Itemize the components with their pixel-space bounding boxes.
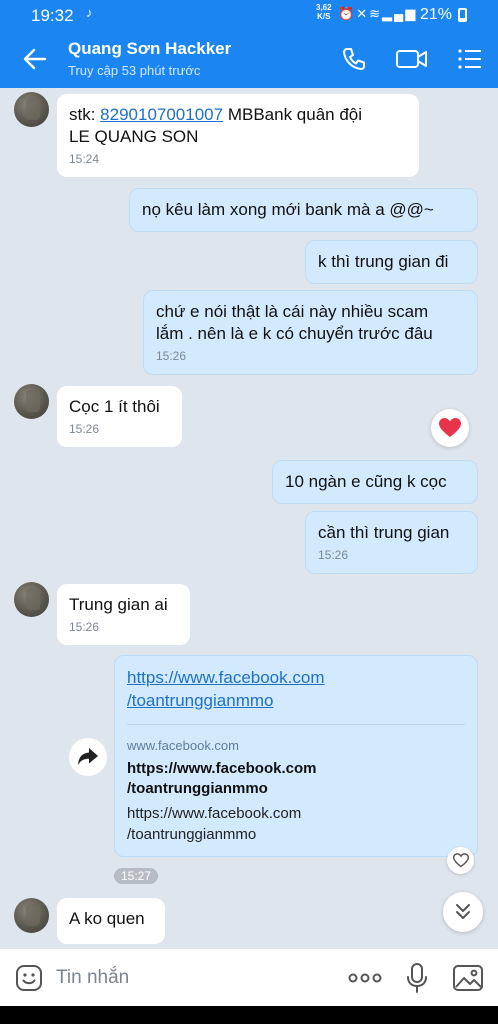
divider — [127, 724, 465, 725]
image-button[interactable] — [451, 961, 485, 995]
system-nav-bar — [0, 1006, 498, 1024]
message-time: 15:26 — [318, 548, 349, 562]
card-domain: www.facebook.com — [127, 738, 239, 753]
more-dots-icon — [348, 973, 382, 983]
voice-button[interactable] — [400, 961, 434, 995]
card-url[interactable]: https://www.facebook.com /toantrunggianm… — [127, 666, 465, 712]
double-chevron-down-icon — [456, 904, 470, 919]
message-bubble[interactable]: chứ e nói thật là cái này nhiều scam lắm… — [143, 290, 478, 375]
message-bubble[interactable]: cần thì trung gian 15:26 — [305, 511, 478, 574]
scroll-down-button[interactable] — [443, 892, 483, 932]
last-seen: Truy cập 53 phút trước — [68, 63, 201, 78]
avatar[interactable] — [14, 92, 49, 127]
avatar[interactable] — [14, 898, 49, 933]
message-bubble[interactable]: nọ kêu làm xong mới bank mà a @@~ — [129, 188, 478, 232]
chat-header: Quang Sơn Hackker Truy cập 53 phút trước — [0, 30, 498, 88]
link-preview-card[interactable]: https://www.facebook.com /toantrunggianm… — [114, 655, 478, 857]
menu-button[interactable] — [455, 44, 485, 74]
message-time: 15:26 — [69, 620, 100, 634]
back-arrow-icon — [23, 48, 47, 70]
signal-icon: ▂▄▆ — [382, 6, 418, 21]
message-time: 15:26 — [156, 349, 187, 363]
back-button[interactable] — [14, 42, 54, 76]
status-time: 19:32 — [31, 6, 74, 25]
battery-icon — [458, 8, 467, 22]
alarm-icon: ⏰ — [338, 6, 357, 21]
heart-icon — [439, 418, 461, 437]
list-menu-icon — [458, 49, 481, 69]
emoji-icon — [16, 965, 42, 991]
message-composer: Tin nhắn — [0, 948, 498, 1006]
react-button[interactable] — [447, 847, 474, 874]
mute-icon: ✕ — [356, 6, 370, 21]
message-bubble[interactable]: Trung gian ai 15:26 — [57, 584, 190, 645]
status-bar: 19:32 ♪ 3,62 K/S ⏰✕≋▂▄▆ 21% — [0, 0, 498, 30]
message-bubble[interactable]: k thì trung gian đi — [305, 240, 478, 284]
message-time: 15:24 — [69, 152, 100, 166]
message-input[interactable]: Tin nhắn — [56, 967, 129, 989]
sticker-button[interactable] — [12, 961, 46, 995]
heart-reaction[interactable] — [431, 409, 469, 447]
share-arrow-icon — [78, 748, 98, 765]
message-bubble[interactable]: Cọc 1 ít thôi 15:26 — [57, 386, 182, 447]
message-bubble[interactable]: 10 ngàn e cũng k cọc — [272, 460, 478, 504]
contact-name[interactable]: Quang Sơn Hackker — [68, 39, 231, 59]
avatar[interactable] — [14, 582, 49, 617]
phone-icon — [343, 48, 365, 70]
video-call-button[interactable] — [395, 44, 429, 74]
message-bubble[interactable]: A ko quen — [57, 898, 165, 944]
account-number-link[interactable]: 8290107001007 — [100, 105, 223, 124]
share-button[interactable] — [69, 738, 107, 776]
network-speed: 3,62 K/S — [316, 3, 332, 21]
status-icons: ⏰✕≋▂▄▆ — [338, 6, 417, 22]
avatar[interactable] — [14, 384, 49, 419]
battery-percent: 21% — [420, 6, 453, 23]
video-icon — [396, 50, 427, 68]
heart-outline-icon — [452, 853, 469, 868]
more-button[interactable] — [348, 961, 382, 995]
tiktok-icon: ♪ — [86, 5, 93, 20]
message-bubble[interactable]: stk: 8290107001007 MBBank quân đội LE QU… — [57, 94, 419, 177]
call-button[interactable] — [339, 44, 369, 74]
microphone-icon — [407, 963, 427, 993]
card-title: https://www.facebook.com /toantrunggianm… — [127, 760, 317, 797]
card-description: https://www.facebook.com /toantrunggianm… — [127, 805, 302, 843]
image-icon — [453, 965, 483, 991]
wifi-icon: ≋ — [369, 6, 382, 21]
message-time: 15:27 — [114, 868, 159, 884]
message-time: 15:26 — [69, 422, 100, 436]
